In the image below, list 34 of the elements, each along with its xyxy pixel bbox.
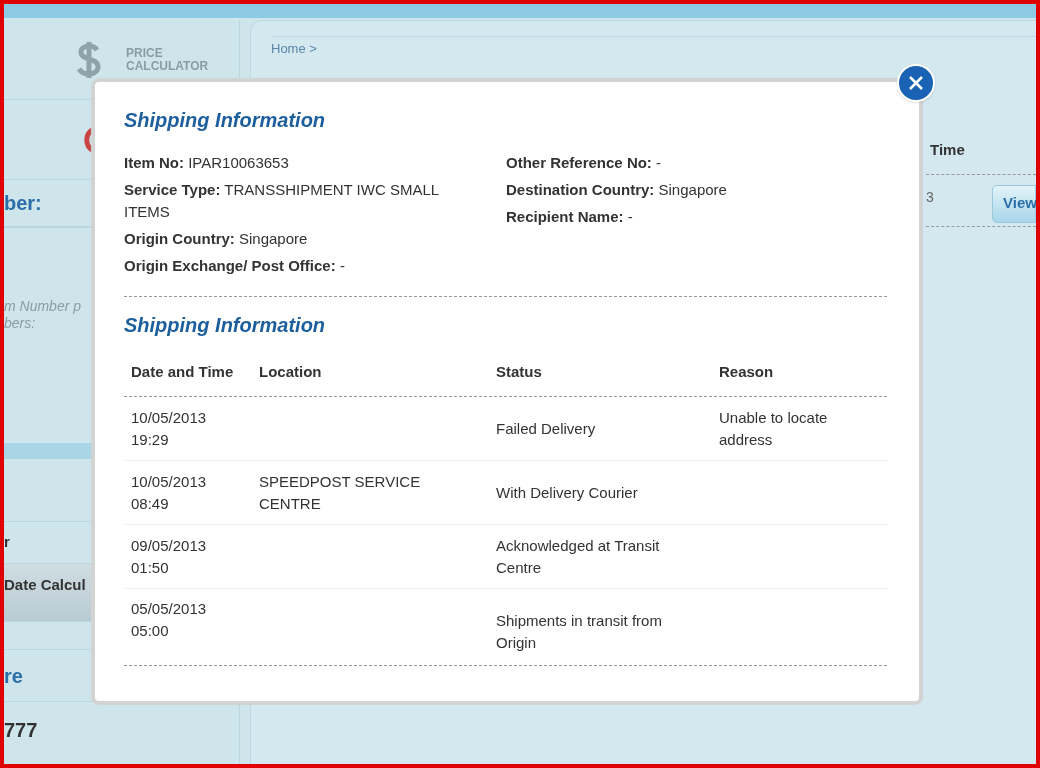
field-label: ber: [4, 191, 42, 216]
reason-cell-text: Unable to locate address [719, 407, 829, 450]
column-header: Time [926, 138, 1036, 175]
date-time-cell-text: 09/05/2013 01:50 [131, 535, 208, 578]
price-calculator-link[interactable]: PRICE CALCULATOR [126, 46, 226, 73]
status-cell-text: Acknowledged at Transit Centre [496, 535, 661, 578]
dialog-title: Shipping Information [124, 108, 327, 132]
column-header: Reason [719, 362, 775, 382]
column-header: Status [496, 362, 543, 382]
hint-text: bers: [4, 315, 36, 332]
info-field: Recipient Name: - [506, 206, 633, 228]
status-cell-text: Failed Delivery [496, 418, 597, 439]
info-field: Origin Exchange/ Post Office: - [124, 255, 345, 277]
section-title: Shipping Information [124, 313, 327, 337]
date-time-cell-text: 10/05/2013 08:49 [131, 471, 208, 514]
info-field: Destination Country: Singapore [506, 179, 727, 201]
info-field: Service Type: TRANSSHIPMENT IWC SMALL ITEMS [124, 179, 469, 223]
table-cell-text: 3 [926, 187, 935, 207]
section-heading: re [4, 663, 23, 689]
date-time-cell-text: 05/05/2013 05:00 [131, 599, 208, 641]
info-field: Origin Country: Singapore [124, 228, 308, 250]
breadcrumb-link[interactable]: Home > [271, 37, 1036, 59]
column-header: Location [259, 362, 323, 382]
column-header: Date and Time [131, 362, 235, 382]
status-cell-text: With Delivery Courier [496, 482, 639, 503]
status-cell-text: Shipments in transit from Origin [496, 610, 663, 653]
close-icon [908, 75, 924, 91]
hint-text: m Number p [4, 298, 82, 315]
phone-number: 777 [4, 717, 38, 743]
info-field: Item No: IPAR10063653 [124, 152, 289, 174]
info-field: Other Reference No: - [506, 152, 662, 174]
date-time-cell-text: 10/05/2013 19:29 [131, 407, 208, 450]
dollar-icon [76, 39, 102, 80]
location-cell-text: SPEEDPOST SERVICE CENTRE [259, 471, 422, 514]
